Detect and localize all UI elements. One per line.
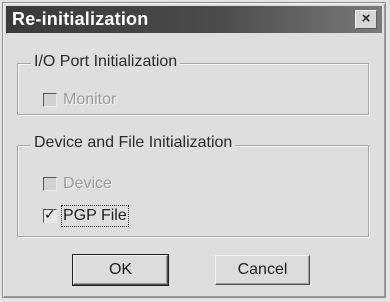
checkmark-icon: ✓ — [44, 206, 56, 222]
device-label: Device — [63, 175, 112, 192]
close-icon: × — [361, 10, 371, 27]
pgp-file-label: PGP File — [61, 205, 129, 227]
monitor-option[interactable]: Monitor — [43, 91, 116, 109]
cancel-button[interactable]: Cancel — [215, 255, 310, 285]
close-button[interactable]: × — [355, 10, 377, 29]
dialog-title: Re-initialization — [12, 9, 149, 29]
device-checkbox[interactable] — [43, 177, 57, 191]
pgp-file-option[interactable]: ✓ PGP File — [43, 205, 129, 227]
monitor-checkbox[interactable] — [43, 93, 57, 107]
monitor-label: Monitor — [63, 91, 117, 108]
title-bar[interactable]: Re-initialization × — [6, 6, 382, 33]
reinitialization-dialog: Re-initialization × I/O Port Initializat… — [2, 2, 386, 298]
io-port-group-label: I/O Port Initialization — [31, 53, 181, 71]
ok-button[interactable]: OK — [72, 254, 169, 286]
device-file-group-label: Device and File Initialization — [31, 134, 236, 152]
device-option[interactable]: Device — [43, 175, 112, 193]
pgp-file-checkbox[interactable]: ✓ — [43, 206, 57, 223]
